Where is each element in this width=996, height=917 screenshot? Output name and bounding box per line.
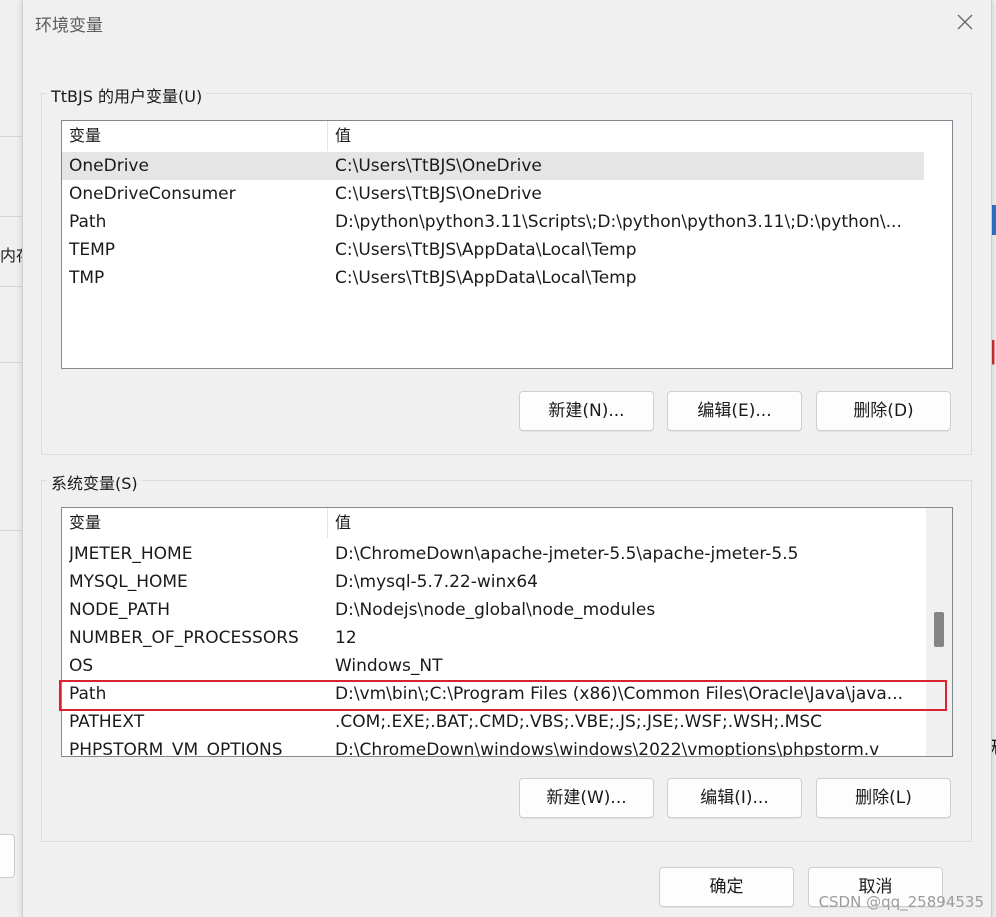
variable-value: 12 [335,628,357,648]
watermark: CSDN @qq_25894535 [818,893,984,911]
divider [0,286,22,287]
table-row[interactable]: OneDriveConsumer C:\Users\TtBJS\OneDrive [62,180,924,208]
table-row[interactable]: NODE_PATH D:\Nodejs\node_global\node_mod… [62,596,924,624]
variable-name: OS [69,656,94,676]
variable-value: Windows_NT [335,656,443,676]
variable-name: PATHEXT [69,712,145,732]
variable-value: D:\vm\bin\;C:\Program Files (x86)\Common… [335,684,903,704]
variable-value: .COM;.EXE;.BAT;.CMD;.VBS;.VBE;.JS;.JSE;.… [335,712,823,732]
variable-name: TEMP [69,240,116,260]
system-delete-button[interactable]: 删除(L) [816,778,951,818]
ok-button[interactable]: 确定 [659,867,794,907]
table-row[interactable]: OneDrive C:\Users\TtBJS\OneDrive [62,152,924,180]
divider [0,216,22,217]
variable-value: D:\ChromeDown\apache-jmeter-5.5\apache-j… [335,544,799,564]
variable-name: TMP [69,268,105,288]
list-header: 变量 值 [62,508,924,538]
variable-name: Path [69,684,107,704]
variable-name: PHPSTORM_VM_OPTIONS [69,740,283,757]
variable-value: C:\Users\TtBJS\OneDrive [335,156,542,176]
variable-value: D:\python\python3.11\Scripts\;D:\python\… [335,212,902,232]
variable-value: C:\Users\TtBJS\OneDrive [335,184,542,204]
user-variables-label: TtBJS 的用户变量(U) [47,83,207,107]
dialog-title: 环境变量 [35,16,103,36]
background-left-text: 内存 [0,246,22,265]
table-row[interactable]: NUMBER_OF_PROCESSORS 12 [62,624,924,652]
table-row[interactable]: TMP C:\Users\TtBJS\AppData\Local\Temp [62,264,924,292]
system-edit-button[interactable]: 编辑(I)... [667,778,802,818]
table-row[interactable]: MYSQL_HOME D:\mysql-5.7.22-winx64 [62,568,924,596]
table-row[interactable]: TEMP C:\Users\TtBJS\AppData\Local\Temp [62,236,924,264]
table-row-path[interactable]: Path D:\vm\bin\;C:\Program Files (x86)\C… [62,680,924,708]
table-row[interactable]: PATHEXT .COM;.EXE;.BAT;.CMD;.VBS;.VBE;.J… [62,708,924,736]
background-left-panel [0,0,23,917]
variable-value: C:\Users\TtBJS\AppData\Local\Temp [335,240,637,260]
variable-name: Path [69,212,107,232]
variable-name: MYSQL_HOME [69,572,188,592]
system-new-button[interactable]: 新建(W)... [519,778,654,818]
column-header-value[interactable]: 值 [328,508,351,538]
user-variables-list[interactable]: 变量 值 OneDrive C:\Users\TtBJS\OneDrive On… [61,120,953,369]
system-variables-label: 系统变量(S) [47,470,142,494]
environment-variables-dialog: 环境变量 TtBJS 的用户变量(U) 变量 值 OneDrive C:\Use… [22,0,992,917]
variable-value: C:\Users\TtBJS\AppData\Local\Temp [335,268,637,288]
close-icon [957,14,973,30]
table-row[interactable]: JMETER_HOME D:\ChromeDown\apache-jmeter-… [62,540,924,568]
variable-value: D:\mysql-5.7.22-winx64 [335,572,538,592]
scrollbar-thumb[interactable] [934,612,944,647]
title-bar: 环境变量 [23,0,991,44]
variable-name: NODE_PATH [69,600,171,620]
table-row[interactable]: OS Windows_NT [62,652,924,680]
variable-value: D:\Nodejs\node_global\node_modules [335,600,656,620]
user-delete-button[interactable]: 删除(D) [816,391,951,431]
table-row[interactable]: PHPSTORM_VM_OPTIONS D:\ChromeDown\window… [62,736,924,757]
column-header-variable[interactable]: 变量 [62,508,328,538]
list-header: 变量 值 [62,121,924,151]
table-row[interactable]: Path D:\python\python3.11\Scripts\;D:\py… [62,208,924,236]
user-edit-button[interactable]: 编辑(E)... [667,391,802,431]
variable-name: OneDrive [69,156,149,176]
column-header-value[interactable]: 值 [328,121,351,151]
variable-name: JMETER_HOME [69,544,193,564]
divider [0,530,22,531]
system-variables-list[interactable]: 变量 值 JMETER_HOME D:\ChromeDown\apache-jm… [61,507,953,757]
vertical-scrollbar[interactable] [926,508,952,756]
variable-name: OneDriveConsumer [69,184,236,204]
column-header-variable[interactable]: 变量 [62,121,328,151]
divider [0,136,22,137]
divider [0,362,22,363]
variable-value: D:\ChromeDown\windows\windows\2022\vmopt… [335,740,880,757]
background-button[interactable] [0,834,15,878]
variable-name: NUMBER_OF_PROCESSORS [69,628,299,648]
user-new-button[interactable]: 新建(N)... [519,391,654,431]
close-button[interactable] [949,8,981,36]
